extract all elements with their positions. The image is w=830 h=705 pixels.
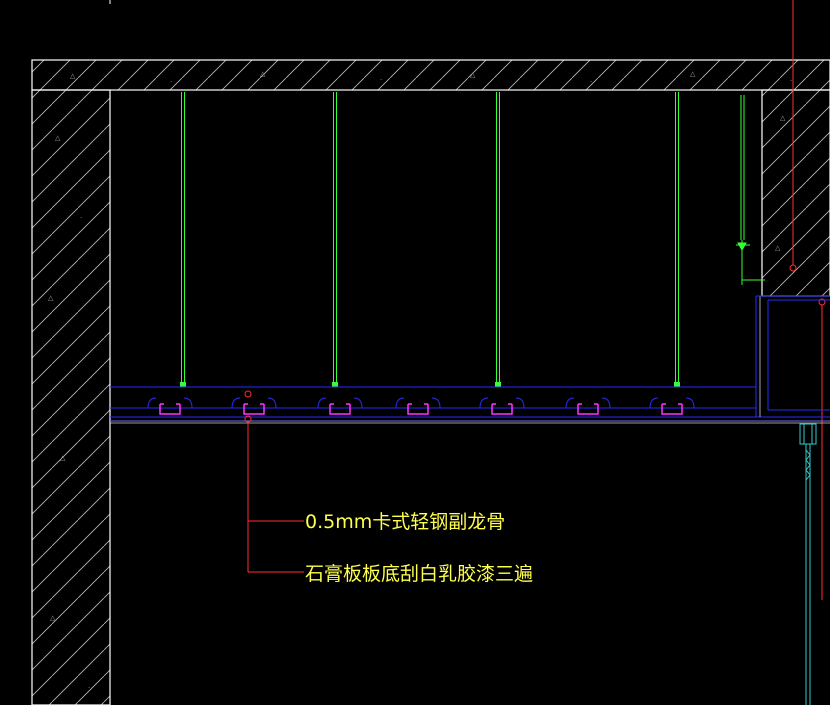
hanger-rods	[180, 92, 680, 387]
annotation-keel: 0.5mm卡式轻钢副龙骨	[305, 511, 505, 533]
svg-text:△: △	[690, 70, 696, 78]
left-concrete-wall: △ · △ · △ · △ ·	[31, 89, 111, 705]
right-concrete-beam: △ · △	[761, 89, 830, 297]
steel-keel-clips	[147, 397, 695, 415]
svg-text:△: △	[55, 134, 61, 142]
keel-clip	[479, 397, 525, 415]
svg-text:·: ·	[88, 684, 90, 692]
svg-text:△: △	[48, 294, 54, 302]
hanger-anchor	[674, 382, 680, 387]
keel-clip	[147, 397, 193, 415]
ceiling-board-assembly	[110, 295, 830, 424]
keel-clip	[649, 397, 695, 415]
svg-text:·: ·	[800, 184, 802, 192]
hanger-anchor	[180, 382, 186, 387]
svg-text:△: △	[780, 114, 786, 122]
annotation-leader	[244, 390, 304, 573]
svg-text:△: △	[70, 72, 76, 80]
hanger-anchor	[332, 382, 338, 387]
ceiling-section-drawing: △ · △ · △ · △ · △ · △ · △ · △ · △ · △ 0.5mm卡式轻钢副龙骨 石…	[31, 0, 830, 705]
right-hanger-detail	[736, 95, 765, 285]
svg-text:△: △	[50, 614, 56, 622]
svg-text:·: ·	[790, 77, 792, 85]
svg-text:△: △	[260, 70, 266, 78]
svg-text:·: ·	[85, 534, 87, 542]
svg-text:△: △	[775, 244, 781, 252]
svg-text:·: ·	[590, 78, 592, 86]
svg-text:·: ·	[380, 76, 382, 84]
svg-text:△: △	[470, 71, 476, 79]
wall-panel-detail	[799, 423, 817, 705]
svg-text:△: △	[60, 454, 66, 462]
hanger-anchor	[495, 382, 501, 387]
svg-text:·: ·	[80, 214, 82, 222]
top-concrete-slab: △ · △ · △ · △ ·	[31, 59, 830, 91]
keel-clip	[565, 397, 611, 415]
annotation-paint: 石膏板板底刮白乳胶漆三遍	[305, 562, 533, 585]
keel-clip	[231, 397, 277, 415]
keel-clip	[317, 397, 363, 415]
keel-clip	[395, 397, 441, 415]
svg-text:·: ·	[170, 78, 172, 86]
svg-text:·: ·	[90, 374, 92, 382]
